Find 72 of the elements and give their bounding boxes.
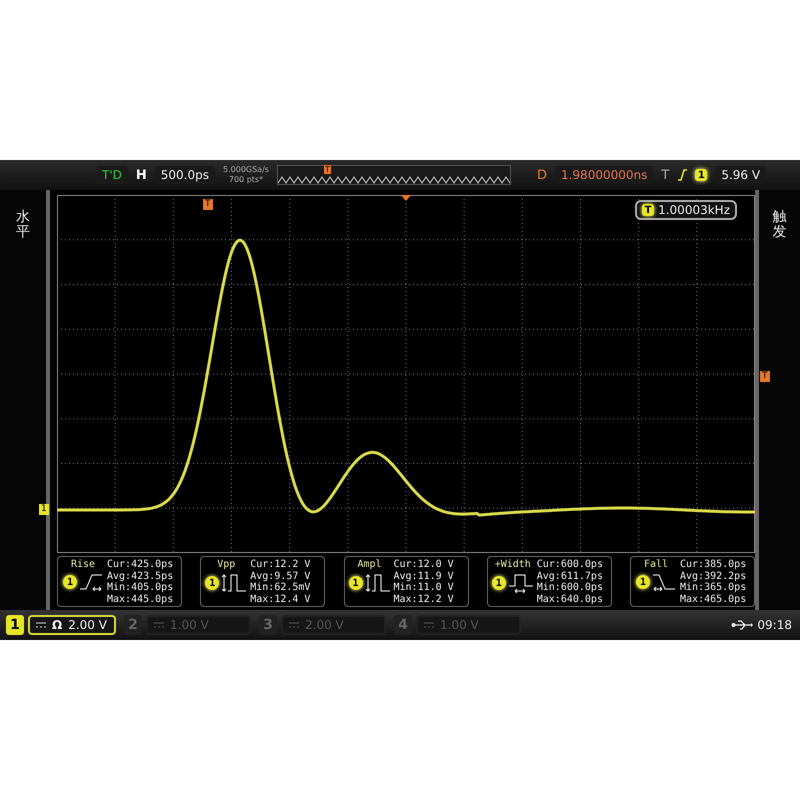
measurement-value: Max:12.2 V: [394, 594, 454, 605]
impedance-symbol: Ω: [52, 618, 62, 632]
trigger-center-marker-icon: [401, 195, 411, 201]
measurement-name: +Width: [494, 559, 531, 570]
trigger-source-badge: 1: [695, 169, 708, 181]
frequency-source-badge: T: [642, 204, 654, 216]
measurement-value: Cur:385.0ps: [680, 559, 746, 570]
channel-badge: 1: [636, 575, 650, 589]
measurement-value: Max:445.0ps: [107, 594, 174, 605]
channel-number[interactable]: 4: [394, 615, 412, 635]
measurement-value: Min:365.0ps: [680, 582, 746, 594]
run-status: T'D: [96, 166, 128, 184]
channel-badge: 1: [63, 575, 77, 589]
dc-coupling-icon: [154, 622, 164, 628]
dc-coupling-icon: [424, 622, 434, 628]
channel-number[interactable]: 1: [6, 615, 24, 635]
falling-edge-icon: [652, 573, 676, 591]
horizontal-label: H: [136, 168, 147, 182]
pulse-width-icon: [508, 573, 534, 593]
timebase-value: 500.0ps: [154, 166, 215, 184]
measurement-value: Avg:11.9 V: [394, 570, 454, 582]
measurement-value: Min:11.0 V: [394, 582, 454, 594]
measurement-name: Rise: [70, 559, 96, 570]
rising-edge-trigger-icon: [677, 168, 688, 182]
channel-scale: 1.00 V: [440, 618, 479, 632]
channel-scale-field[interactable]: Ω 2.00 V: [28, 615, 116, 635]
measurement-name: Vpp: [217, 559, 236, 570]
delay-label: D: [536, 168, 547, 182]
measurement-value: Max:465.0ps: [680, 594, 746, 605]
measurement-value: Min:405.0ps: [107, 582, 174, 594]
channel-scale: 2.00 V: [305, 618, 344, 632]
rising-edge-icon: [79, 573, 103, 591]
frequency-value: 1.00003kHz: [658, 203, 730, 217]
channel-number[interactable]: 2: [124, 615, 142, 635]
measurement-value: Max:12.4 V: [250, 594, 310, 605]
measurement-value: Min:600.0ps: [536, 582, 603, 594]
channel-scale: 2.00 V: [68, 618, 107, 632]
memory-depth: 700 pts*: [228, 175, 264, 185]
measurement-value: Cur:600.0ps: [536, 559, 603, 570]
sample-rate: 5.000GSa/s: [223, 165, 269, 175]
clock-time: 09:18: [757, 618, 792, 632]
measurement-name: Fall: [644, 559, 668, 570]
channel-scale-field[interactable]: 1.00 V: [416, 615, 521, 635]
measurement-value: Cur:425.0ps: [107, 559, 174, 570]
memory-trigger-marker: T: [324, 165, 331, 174]
measurement-value: Avg:611.7ps: [536, 570, 603, 582]
channel-scale-field[interactable]: 2.00 V: [281, 615, 386, 635]
dc-coupling-icon: [36, 622, 46, 628]
trigger-level-marker: T: [760, 371, 770, 382]
measurement-value: Avg:423.5ps: [107, 570, 174, 582]
measurement-value: Max:640.0ps: [536, 594, 603, 605]
trigger-level-value: 5.96 V: [715, 166, 766, 184]
measurement-value: Min:62.5mV: [250, 582, 310, 594]
measurement-value: Cur:12.0 V: [394, 559, 454, 570]
pulse-amplitude-icon: [364, 573, 390, 593]
pulse-amplitude-icon: [221, 573, 248, 593]
channel-badge: 1: [492, 576, 506, 590]
channel-ground-marker: 1: [39, 504, 49, 515]
trigger-position-marker: T: [203, 199, 212, 210]
delay-value: 1.98000000ns: [554, 166, 654, 184]
measurement-value: Cur:12.2 V: [250, 559, 310, 570]
channel-scale-field[interactable]: 1.00 V: [146, 615, 251, 635]
measurement-value: Avg:9.57 V: [250, 570, 310, 582]
usb-icon: [731, 620, 754, 630]
channel-scale: 1.00 V: [170, 618, 209, 632]
channel-badge: 1: [205, 576, 220, 590]
trigger-label: T: [661, 168, 670, 182]
dc-coupling-icon: [289, 622, 299, 628]
channel-number[interactable]: 3: [259, 615, 277, 635]
channel-badge: 1: [348, 576, 362, 590]
measurement-value: Avg:392.2ps: [680, 570, 746, 582]
measurement-name: Ampl: [357, 559, 382, 570]
